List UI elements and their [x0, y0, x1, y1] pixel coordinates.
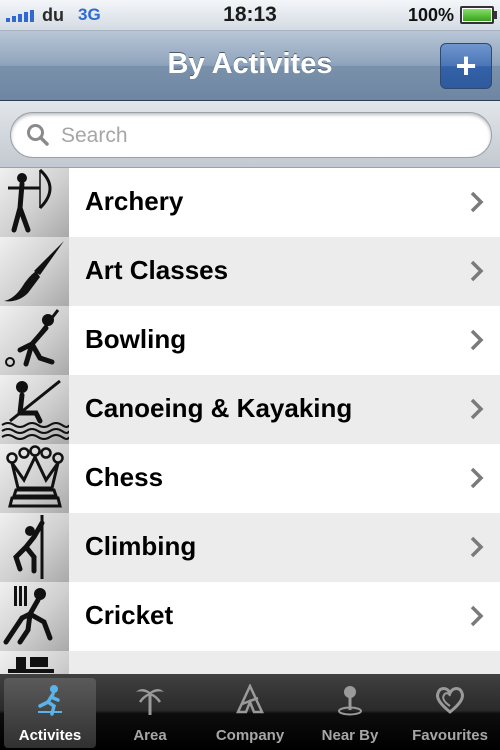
list-item-label: Archery [85, 186, 184, 216]
climbing-icon [0, 513, 69, 582]
chevron-right-icon [470, 398, 484, 420]
tab-label: Favourites [412, 727, 488, 744]
bowling-icon [0, 306, 69, 375]
search-icon [27, 124, 49, 146]
paintbrush-icon [0, 237, 69, 306]
canoe-icon [0, 375, 69, 444]
tab-near-by[interactable]: Near By [304, 678, 396, 748]
battery-icon [460, 6, 497, 24]
palm-tree-icon [136, 689, 164, 715]
search-input[interactable] [59, 119, 463, 153]
company-logo-icon [236, 684, 264, 714]
search-bar [0, 101, 500, 168]
chevron-right-icon [470, 191, 484, 213]
chevron-right-icon [470, 329, 484, 351]
list-item-label: Climbing [85, 531, 197, 561]
list-item-cricket[interactable]: Cricket [0, 582, 500, 651]
battery-group: 100% [407, 4, 497, 26]
list-item-archery[interactable]: Archery [0, 168, 500, 237]
add-button[interactable]: + [440, 43, 492, 89]
tab-bar: Activites Area Company Near By Favourite… [0, 674, 500, 750]
list-item-partial[interactable] [0, 651, 500, 674]
navigation-bar: By Activites + [0, 31, 500, 101]
tab-label: Near By [321, 727, 379, 744]
chess-queen-icon [0, 444, 69, 513]
tab-label: Company [215, 727, 285, 744]
archery-icon [0, 168, 69, 237]
activity-icon [0, 651, 69, 674]
runner-icon [38, 685, 62, 716]
page-title: By Activites [167, 48, 333, 80]
cricket-icon [0, 582, 69, 651]
list-item-climbing[interactable]: Climbing [0, 513, 500, 582]
list-item-label: Bowling [85, 324, 187, 354]
activities-list: Archery Art Classes Bowling Canoeing & K… [0, 168, 500, 674]
list-item-label: Cricket [85, 600, 174, 630]
heart-icon [436, 687, 464, 714]
list-item-bowling[interactable]: Bowling [0, 306, 500, 375]
list-item-label: Canoeing & Kayaking [85, 393, 353, 423]
chevron-right-icon [470, 536, 484, 558]
list-item-label: Art Classes [85, 255, 229, 285]
list-item-label: Chess [85, 462, 164, 492]
tab-label: Area [133, 727, 167, 744]
chevron-right-icon [470, 605, 484, 627]
list-item-chess[interactable]: Chess [0, 444, 500, 513]
list-item-art-classes[interactable]: Art Classes [0, 237, 500, 306]
map-pin-icon [338, 686, 362, 716]
chevron-right-icon [470, 260, 484, 282]
list-item-canoeing-kayaking[interactable]: Canoeing & Kayaking [0, 375, 500, 444]
tab-company[interactable]: Company [204, 678, 296, 748]
search-field[interactable] [10, 112, 492, 158]
tab-label: Activites [18, 727, 82, 744]
status-bar: du 3G 18:13 100% [0, 0, 500, 31]
battery-percent: 100% [407, 4, 454, 25]
tab-area[interactable]: Area [104, 678, 196, 748]
chevron-right-icon [470, 467, 484, 489]
tab-favourites[interactable]: Favourites [404, 678, 496, 748]
tab-activites[interactable]: Activites [4, 678, 96, 748]
